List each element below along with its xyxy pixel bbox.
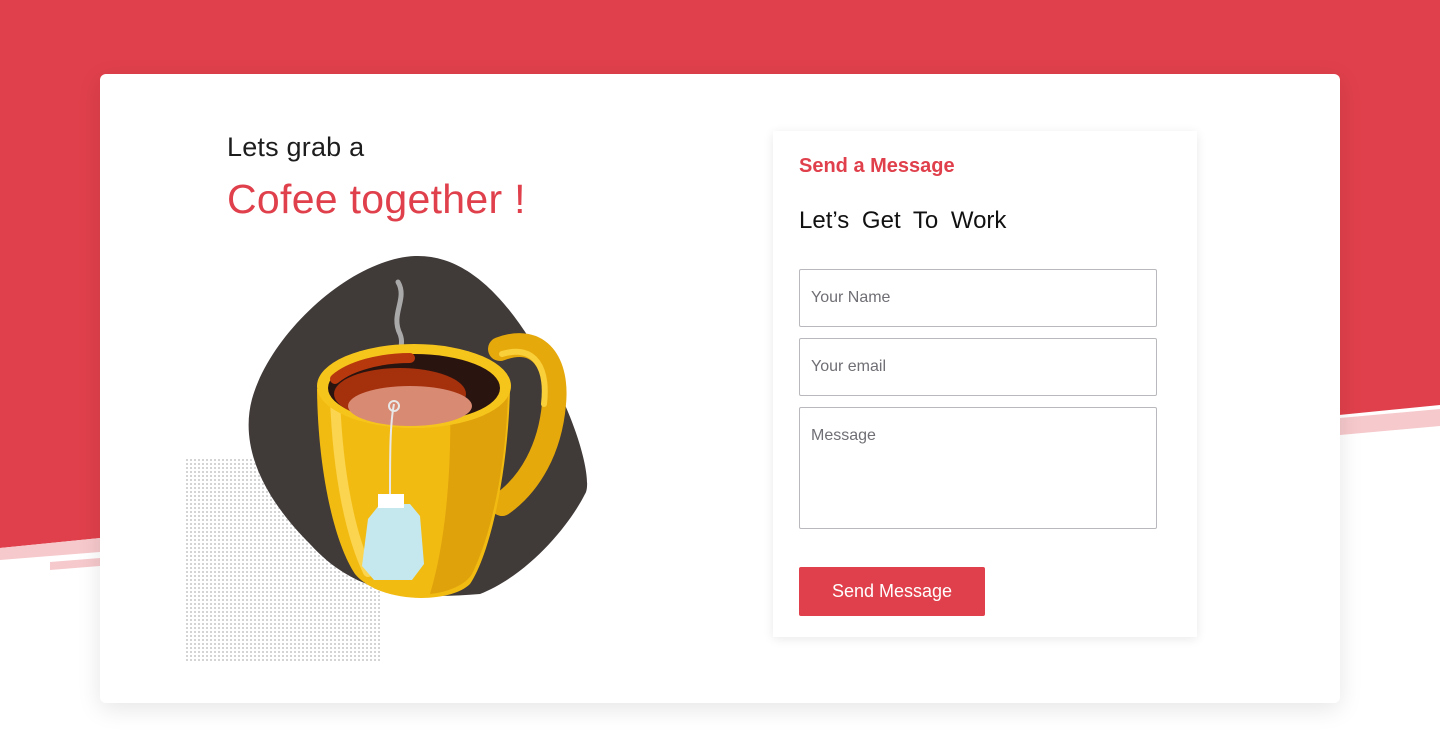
form-eyebrow: Send a Message — [799, 155, 955, 177]
form-title: Let’s Get To Work — [799, 207, 1007, 234]
hero-title: Cofee together ! — [227, 176, 526, 222]
coffee-mug-icon — [248, 255, 588, 598]
contact-form: Send a Message Let’s Get To Work Send Me… — [773, 131, 1197, 637]
hero-intro: Lets grab a — [227, 132, 365, 162]
send-message-button[interactable]: Send Message — [799, 567, 985, 616]
name-field[interactable] — [799, 269, 1157, 327]
contact-card: Lets grab a Cofee together ! Send a Mess… — [100, 74, 1340, 703]
message-field[interactable] — [799, 407, 1157, 529]
email-field[interactable] — [799, 338, 1157, 396]
